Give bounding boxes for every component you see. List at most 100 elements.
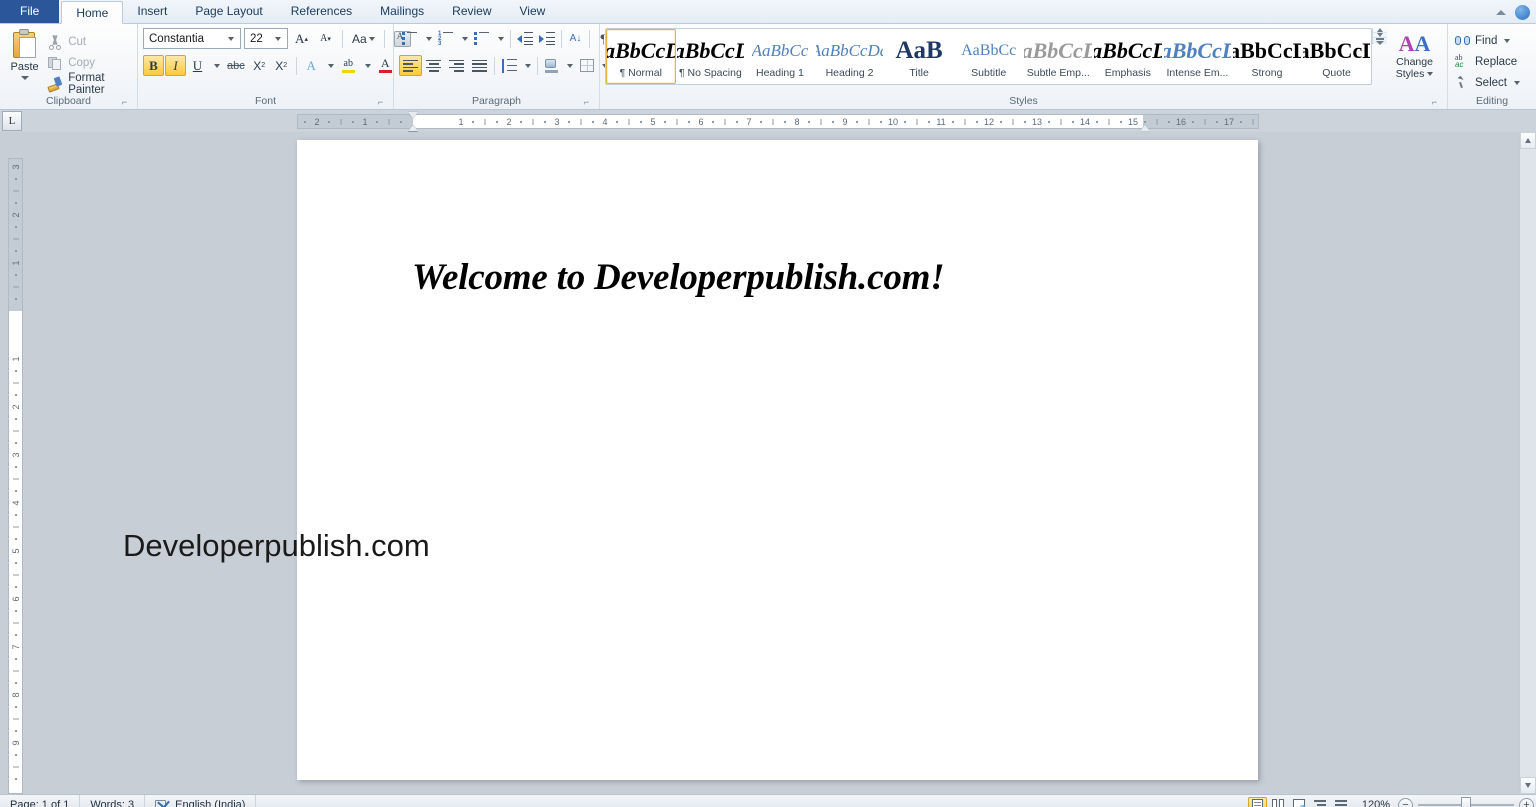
shading-dropdown[interactable] bbox=[562, 55, 576, 76]
change-case-button[interactable]: Aa bbox=[349, 28, 378, 49]
numbering-dropdown[interactable] bbox=[457, 28, 471, 49]
find-button[interactable]: Find bbox=[1453, 30, 1512, 51]
font-name-input[interactable]: Constantia bbox=[143, 28, 241, 49]
format-painter-button[interactable]: Format Painter bbox=[44, 72, 132, 96]
chevron-down-icon[interactable] bbox=[275, 36, 281, 41]
tab-review[interactable]: Review bbox=[438, 0, 505, 23]
view-outline-button[interactable] bbox=[1311, 797, 1330, 807]
zoom-in-button[interactable]: + bbox=[1519, 797, 1534, 807]
borders-button[interactable] bbox=[576, 55, 597, 76]
highlight-dropdown[interactable] bbox=[360, 55, 374, 76]
right-indent-marker[interactable] bbox=[1140, 125, 1150, 131]
paste-button[interactable]: Paste bbox=[5, 27, 44, 80]
shading-button[interactable] bbox=[541, 55, 562, 76]
styles-dialog-launcher[interactable]: ⌐ bbox=[1430, 98, 1439, 107]
word-count[interactable]: Words: 3 bbox=[80, 794, 146, 807]
document-page[interactable]: Welcome to Developerpublish.com! bbox=[297, 140, 1258, 780]
increase-indent-button[interactable] bbox=[536, 28, 558, 49]
multilevel-dropdown[interactable] bbox=[493, 28, 507, 49]
tab-references[interactable]: References bbox=[277, 0, 366, 23]
chevron-up-icon[interactable] bbox=[1496, 10, 1506, 15]
zoom-slider-thumb[interactable] bbox=[1461, 797, 1471, 807]
help-icon[interactable] bbox=[1515, 5, 1530, 20]
subscript-button[interactable]: X2 bbox=[249, 55, 270, 76]
underline-dropdown[interactable] bbox=[209, 55, 223, 76]
styles-gallery-scrollbar[interactable] bbox=[1372, 28, 1388, 45]
align-right-button[interactable] bbox=[445, 55, 468, 76]
multilevel-list-button[interactable] bbox=[471, 28, 493, 49]
superscript-button[interactable]: X2 bbox=[271, 55, 292, 76]
line-spacing-button[interactable] bbox=[498, 55, 520, 76]
proofing-status[interactable]: English (India) bbox=[145, 794, 257, 807]
view-web-layout-button[interactable] bbox=[1290, 797, 1309, 807]
strikethrough-button[interactable]: abc bbox=[224, 55, 248, 76]
chevron-down-icon[interactable] bbox=[20, 76, 29, 80]
replace-button[interactable]: ac Replace bbox=[1453, 51, 1519, 72]
tab-home[interactable]: Home bbox=[61, 1, 124, 24]
justify-button[interactable] bbox=[468, 55, 491, 76]
align-left-button[interactable] bbox=[399, 55, 422, 76]
text-effects-button[interactable]: A bbox=[301, 55, 322, 76]
bullets-dropdown[interactable] bbox=[421, 28, 435, 49]
zoom-out-button[interactable]: − bbox=[1398, 797, 1413, 807]
styles-more-button[interactable] bbox=[1373, 38, 1387, 45]
scroll-up-button[interactable] bbox=[1520, 132, 1536, 149]
bullets-button[interactable] bbox=[399, 28, 421, 49]
view-print-layout-button[interactable] bbox=[1247, 796, 1267, 807]
zoom-slider[interactable] bbox=[1418, 797, 1514, 807]
styles-gallery[interactable]: AaBbCcDd¶ NormalAaBbCcDd¶ No SpacingAaBb… bbox=[605, 28, 1373, 85]
page-indicator[interactable]: Page: 1 of 1 bbox=[0, 794, 81, 807]
style-item-heading-2[interactable]: AaBbCcDd Heading 2 bbox=[815, 29, 885, 84]
tab-mailings[interactable]: Mailings bbox=[366, 0, 438, 23]
scrollbar-track[interactable] bbox=[1520, 149, 1536, 777]
view-full-screen-reading-button[interactable] bbox=[1269, 797, 1288, 807]
italic-button[interactable]: I bbox=[165, 55, 186, 76]
style-item-quote[interactable]: AaBbCcDd Quote bbox=[1302, 29, 1372, 84]
font-dialog-launcher[interactable]: ⌐ bbox=[376, 98, 385, 107]
tab-page-layout[interactable]: Page Layout bbox=[181, 0, 276, 23]
style-item-strong[interactable]: AaBbCcDd Strong bbox=[1232, 29, 1302, 84]
style-item-subtitle[interactable]: AaBbCc Subtitle bbox=[954, 29, 1024, 84]
clipboard-dialog-launcher[interactable]: ⌐ bbox=[120, 98, 129, 107]
style-item-title[interactable]: AaB Title bbox=[884, 29, 954, 84]
paragraph-dialog-launcher[interactable]: ⌐ bbox=[582, 98, 591, 107]
decrease-indent-button[interactable] bbox=[514, 28, 536, 49]
scroll-down-button[interactable] bbox=[1520, 777, 1536, 794]
chevron-down-icon[interactable] bbox=[228, 36, 234, 41]
style-item-emphasis[interactable]: AaBbCcDd Emphasis bbox=[1093, 29, 1163, 84]
tab-file[interactable]: File bbox=[0, 0, 60, 23]
first-line-indent-marker[interactable] bbox=[408, 112, 418, 118]
zoom-level-label[interactable]: 120% bbox=[1352, 799, 1398, 807]
underline-button[interactable]: U bbox=[187, 55, 208, 76]
document-heading-text[interactable]: Welcome to Developerpublish.com! bbox=[412, 256, 945, 299]
text-effects-dropdown[interactable] bbox=[323, 55, 337, 76]
bold-button[interactable]: B bbox=[143, 55, 164, 76]
tab-view[interactable]: View bbox=[506, 0, 560, 23]
line-spacing-dropdown[interactable] bbox=[520, 55, 534, 76]
shrink-font-button[interactable]: A ▾ bbox=[315, 28, 336, 49]
tab-insert[interactable]: Insert bbox=[123, 0, 181, 23]
tab-stop-selector[interactable]: L bbox=[2, 111, 22, 131]
select-button[interactable]: Select bbox=[1453, 72, 1522, 93]
cut-button[interactable]: Cut bbox=[44, 31, 132, 52]
vertical-ruler[interactable]: 3 2 1 1 2 3 4 5 6 7 8 9 bbox=[8, 158, 23, 794]
align-center-button[interactable] bbox=[422, 55, 445, 76]
style-item-no-spacing[interactable]: AaBbCcDd ¶ No Spacing bbox=[676, 29, 746, 84]
font-color-button[interactable]: A bbox=[375, 55, 396, 76]
highlight-button[interactable]: ab bbox=[338, 55, 359, 76]
change-styles-button[interactable]: AA Change Styles bbox=[1387, 28, 1442, 80]
vertical-scrollbar[interactable] bbox=[1519, 132, 1536, 794]
numbering-button[interactable]: 123 bbox=[435, 28, 457, 49]
chevron-down-icon[interactable] bbox=[1513, 80, 1520, 85]
grow-font-button[interactable]: A ▴ bbox=[291, 28, 312, 49]
horizontal-ruler[interactable]: 2 1 1 2 3 4 5 6 7 8 9 10 11 12 13 14 15 16 17 bbox=[297, 112, 1259, 137]
view-draft-button[interactable] bbox=[1332, 797, 1351, 807]
style-item-heading-1[interactable]: AaBbCc Heading 1 bbox=[745, 29, 815, 84]
chevron-down-icon[interactable] bbox=[1504, 38, 1511, 43]
style-item-normal[interactable]: AaBbCcDd ¶ Normal bbox=[606, 29, 676, 84]
font-size-input[interactable]: 22 bbox=[244, 28, 288, 49]
style-item-intense-em[interactable]: AaBbCcDd Intense Em... bbox=[1163, 29, 1233, 84]
sort-button[interactable]: A↓ bbox=[565, 28, 586, 49]
copy-button[interactable]: Copy bbox=[44, 52, 132, 73]
style-item-subtle-emp[interactable]: AaBbCcDd Subtle Emp... bbox=[1023, 29, 1093, 84]
